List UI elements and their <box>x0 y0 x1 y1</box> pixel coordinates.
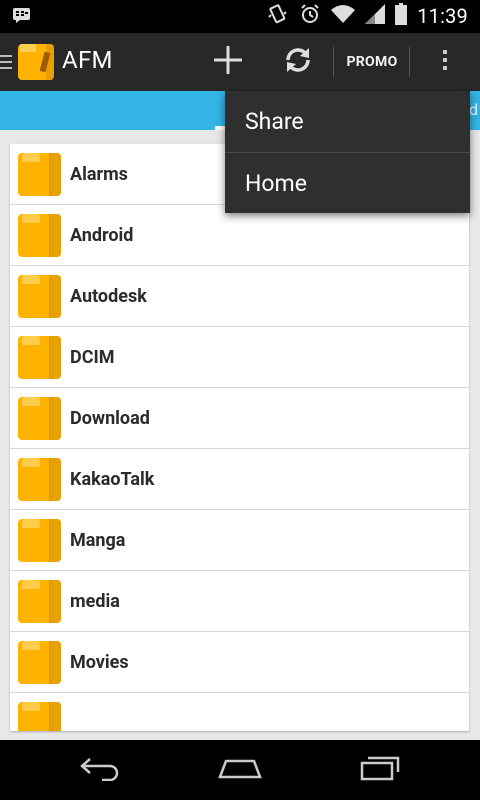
folder-icon <box>18 274 61 318</box>
action-divider <box>409 47 410 77</box>
list-item[interactable]: Download <box>10 388 469 449</box>
promo-button[interactable]: PROMO <box>338 33 406 91</box>
signal-icon <box>365 4 386 28</box>
back-button[interactable] <box>55 748 145 792</box>
menu-icon[interactable] <box>0 53 12 71</box>
add-button[interactable] <box>203 33 253 91</box>
menu-item-share[interactable]: Share <box>225 91 470 152</box>
home-button[interactable] <box>195 748 285 792</box>
list-item[interactable]: media <box>10 571 469 632</box>
folder-name: DCIM <box>70 346 115 368</box>
folder-name: KakaoTalk <box>70 468 155 490</box>
refresh-icon <box>282 44 314 80</box>
list-item[interactable]: Autodesk <box>10 266 469 327</box>
add-icon <box>212 44 244 80</box>
folder-icon <box>18 213 61 257</box>
folder-name: Download <box>70 407 150 429</box>
status-clock: 11:39 <box>417 4 468 28</box>
tab-indicator <box>215 126 225 130</box>
folder-icon <box>18 701 61 731</box>
status-bar: 11:39 <box>0 0 480 33</box>
folder-icon <box>18 335 61 379</box>
list-item[interactable]: KakaoTalk <box>10 449 469 510</box>
folder-icon <box>18 579 61 623</box>
menu-item-home[interactable]: Home <box>225 153 470 213</box>
app-title: AFM <box>62 46 113 74</box>
folder-icon <box>18 457 61 501</box>
overflow-icon <box>441 48 449 76</box>
folder-icon <box>18 396 61 440</box>
folder-icon <box>18 152 61 196</box>
app-logo-icon[interactable] <box>18 44 54 80</box>
folder-name: Alarms <box>70 163 128 185</box>
folder-icon <box>18 640 61 684</box>
folder-name: Movies <box>70 651 129 673</box>
folder-name: Android <box>70 224 134 246</box>
path-glyph: d <box>468 100 478 119</box>
list-item[interactable]: DCIM <box>10 327 469 388</box>
action-divider <box>333 47 334 77</box>
folder-icon <box>18 518 61 562</box>
recent-apps-icon <box>358 754 402 786</box>
bbm-notification-icon <box>12 7 32 23</box>
list-item[interactable]: Android <box>10 205 469 266</box>
list-item[interactable] <box>10 693 469 731</box>
alarm-icon <box>299 3 321 29</box>
back-icon <box>78 755 122 785</box>
home-icon <box>216 755 264 785</box>
list-item[interactable]: Movies <box>10 632 469 693</box>
overflow-button[interactable] <box>425 33 465 91</box>
file-list: Alarms Android Autodesk DCIM Download Ka… <box>10 144 469 731</box>
refresh-button[interactable] <box>273 33 323 91</box>
wifi-icon <box>331 4 356 28</box>
navigation-bar <box>0 740 480 800</box>
recent-apps-button[interactable] <box>335 748 425 792</box>
list-item[interactable]: Manga <box>10 510 469 571</box>
folder-name: Manga <box>70 529 126 551</box>
folder-name: Autodesk <box>70 285 147 307</box>
battery-icon <box>395 3 408 29</box>
action-bar: AFM PROMO <box>0 33 480 91</box>
vibrate-icon <box>267 3 289 29</box>
overflow-menu: Share Home <box>225 91 470 213</box>
folder-name: media <box>70 590 120 612</box>
